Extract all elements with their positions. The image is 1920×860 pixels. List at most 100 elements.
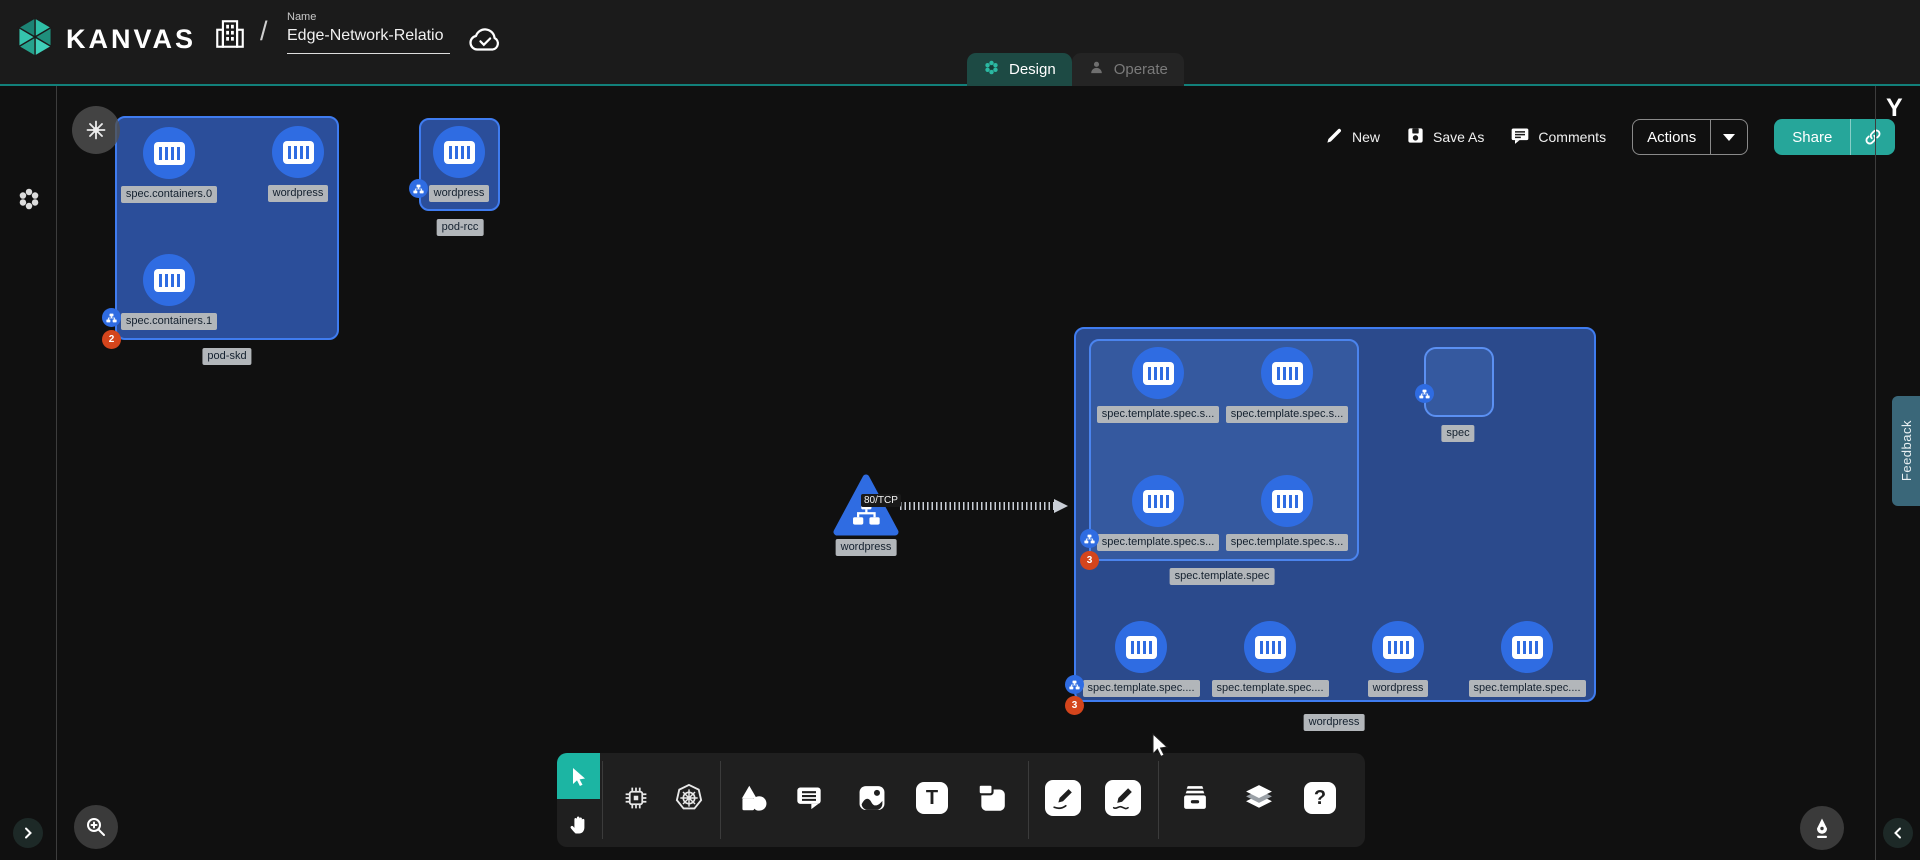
collapse-right-panel-button[interactable] xyxy=(1883,818,1913,848)
template-error-badge[interactable]: 3 xyxy=(1080,551,1099,570)
spec-node-label: spec xyxy=(1441,425,1474,442)
group-label-wordpress: wordpress xyxy=(1304,714,1365,731)
node-bottom-2[interactable]: spec.template.spec.... xyxy=(1200,621,1340,697)
container-icon xyxy=(1132,475,1184,527)
service-edge-label: 80/TCP xyxy=(861,494,901,507)
node-label: spec.containers.0 xyxy=(121,186,217,203)
template-kind-badge[interactable] xyxy=(1080,529,1099,548)
actions-caret-icon[interactable] xyxy=(1711,134,1747,141)
node-template-container-3[interactable]: spec.template.spec.s... xyxy=(1088,475,1228,551)
actions-label: Actions xyxy=(1633,129,1710,146)
kubernetes-tool[interactable] xyxy=(667,776,711,820)
kanvas-logo[interactable]: KANVAS xyxy=(14,14,196,65)
container-icon xyxy=(1501,621,1553,673)
node-label: wordpress xyxy=(429,185,490,202)
mouse-cursor xyxy=(1150,733,1172,762)
kanvas-logo-text: KANVAS xyxy=(66,24,196,55)
new-button[interactable]: New xyxy=(1325,126,1380,148)
node-template-container-1[interactable]: spec.template.spec.s... xyxy=(1088,347,1228,423)
right-rail: Y Feedback xyxy=(1875,86,1920,860)
node-label: spec.template.spec.s... xyxy=(1097,534,1220,551)
container-icon xyxy=(143,127,195,179)
organization-icon[interactable] xyxy=(213,16,247,57)
pencil-icon xyxy=(1325,126,1344,148)
deployment-kind-badge[interactable] xyxy=(1065,675,1084,694)
design-flower-icon xyxy=(983,59,1000,80)
share-label: Share xyxy=(1774,129,1850,146)
container-icon xyxy=(1244,621,1296,673)
text-tool-glyph: T xyxy=(926,787,938,810)
meshery-swirl-icon[interactable] xyxy=(16,186,42,217)
new-label: New xyxy=(1352,129,1380,145)
container-icon xyxy=(1261,475,1313,527)
kanvas-app: KANVAS / Name Edge-Network-Relatio xyxy=(0,0,1920,860)
node-label: spec.template.spec.... xyxy=(1469,680,1586,697)
node-label: spec.template.spec.s... xyxy=(1226,406,1349,423)
container-icon xyxy=(1261,347,1313,399)
tab-design-label: Design xyxy=(1009,61,1056,78)
node-template-container-4[interactable]: spec.template.spec.s... xyxy=(1217,475,1357,551)
breadcrumb-separator: / xyxy=(260,16,268,47)
comments-button[interactable]: Comments xyxy=(1510,126,1606,149)
design-name-field[interactable]: Name Edge-Network-Relatio xyxy=(287,11,450,54)
design-actions-row: New Save As Comments A xyxy=(1325,119,1895,155)
archive-drawer-tool[interactable] xyxy=(1173,776,1217,820)
help-tool[interactable]: ? xyxy=(1298,776,1342,820)
freeze-overlay-icon[interactable] xyxy=(72,106,120,154)
design-name-underline xyxy=(287,53,450,54)
tab-design[interactable]: Design xyxy=(967,53,1072,86)
container-icon xyxy=(433,126,485,178)
node-bottom-1[interactable]: spec.template.spec.... xyxy=(1071,621,1211,697)
node-bottom-wordpress[interactable]: wordpress xyxy=(1328,621,1468,697)
pod-rcc-kind-badge[interactable] xyxy=(409,179,428,198)
node-bottom-4[interactable]: spec.template.spec.... xyxy=(1457,621,1597,697)
feedback-tab[interactable]: Feedback xyxy=(1892,396,1920,506)
shapes-tool[interactable] xyxy=(730,776,774,820)
operate-person-icon xyxy=(1088,59,1105,80)
save-as-button[interactable]: Save As xyxy=(1406,126,1484,148)
yaml-panel-toggle[interactable]: Y xyxy=(1886,94,1903,123)
node-label: spec.template.spec.s... xyxy=(1226,534,1349,551)
layers-tool[interactable] xyxy=(1237,776,1281,820)
pencil-sketch-tool[interactable] xyxy=(1101,776,1145,820)
pod-skd-error-badge[interactable]: 2 xyxy=(102,330,121,349)
save-icon xyxy=(1406,126,1425,148)
pan-tool-button[interactable] xyxy=(557,801,600,847)
service-edge[interactable] xyxy=(900,502,1056,510)
design-pen-nib-button[interactable] xyxy=(1800,806,1844,850)
left-rail xyxy=(0,86,57,860)
node-label: spec.template.spec.... xyxy=(1083,680,1200,697)
node-label: wordpress xyxy=(268,185,329,202)
node-label: spec.template.spec.... xyxy=(1212,680,1329,697)
service-edge-arrowhead xyxy=(1054,499,1068,513)
comment-tool[interactable] xyxy=(787,776,831,820)
tab-operate[interactable]: Operate xyxy=(1072,53,1184,86)
node-spec-empty[interactable] xyxy=(1424,347,1494,417)
zoom-in-button[interactable] xyxy=(74,805,118,849)
deployment-error-badge[interactable]: 3 xyxy=(1065,696,1084,715)
expand-left-panel-button[interactable] xyxy=(13,818,43,848)
components-chip-tool[interactable] xyxy=(614,776,658,820)
help-glyph: ? xyxy=(1314,787,1326,810)
image-tool[interactable] xyxy=(850,776,894,820)
node-template-container-2[interactable]: spec.template.spec.s... xyxy=(1217,347,1357,423)
group-label-pod-skd: pod-skd xyxy=(202,348,251,365)
spec-kind-badge[interactable] xyxy=(1415,384,1434,403)
container-icon xyxy=(1115,621,1167,673)
kanvas-logo-icon xyxy=(14,14,56,65)
actions-split-button[interactable]: Actions xyxy=(1632,119,1748,155)
node-spec-containers-0[interactable]: spec.containers.0 xyxy=(99,127,239,203)
text-tool[interactable]: T xyxy=(910,776,954,820)
tab-operate-label: Operate xyxy=(1114,61,1168,78)
design-name-value[interactable]: Edge-Network-Relatio xyxy=(287,27,450,45)
frame-tool[interactable] xyxy=(970,776,1014,820)
feedback-label: Feedback xyxy=(1899,420,1914,481)
select-tool-button[interactable] xyxy=(557,753,600,799)
node-wordpress-pod-skd[interactable]: wordpress xyxy=(228,126,368,202)
group-label-pod-rcc: pod-rcc xyxy=(437,219,484,236)
pen-tool[interactable] xyxy=(1041,776,1085,820)
container-icon xyxy=(272,126,324,178)
pod-skd-kind-badge[interactable] xyxy=(102,308,121,327)
service-node-label: wordpress xyxy=(836,539,897,556)
comments-label: Comments xyxy=(1538,129,1606,145)
